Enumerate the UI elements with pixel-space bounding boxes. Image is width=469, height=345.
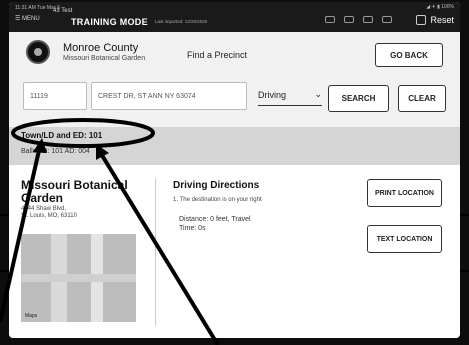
county-seal-icon bbox=[26, 40, 50, 64]
street-input[interactable]: CREST DR, ST ANN NY 63074 bbox=[91, 82, 247, 110]
time-text: Time: 0s bbox=[179, 225, 206, 232]
reset-icon bbox=[416, 15, 427, 25]
chevron-down-icon: ⌄ bbox=[314, 89, 322, 99]
directions-title: Driving Directions bbox=[173, 180, 260, 191]
menu-button[interactable]: ☰ MENU bbox=[15, 15, 40, 22]
location-subtitle: Missouri Botanical Garden bbox=[63, 55, 146, 62]
test-label: 43 Test bbox=[53, 8, 73, 14]
last-imported-text: Last imported: 12/26/2020 bbox=[155, 19, 208, 24]
status-bar: 11:31 AM Tue Mar 3 ☰ MENU 43 Test TRAINI… bbox=[9, 2, 460, 32]
map-road bbox=[21, 274, 136, 282]
text-location-button[interactable]: TEXT LOCATION bbox=[367, 225, 442, 253]
training-mode-label: TRAINING MODE bbox=[71, 17, 148, 27]
house-number-input[interactable]: 11119 bbox=[23, 82, 87, 110]
photo-frame: 11:31 AM Tue Mar 3 ☰ MENU 43 Test TRAINI… bbox=[0, 0, 469, 345]
distance-text: Distance: 0 feet, Travel bbox=[179, 216, 251, 223]
list-icon[interactable] bbox=[344, 16, 354, 23]
ballot-id: Ballot ID: 101 AD: 004 bbox=[21, 148, 90, 155]
page-title: Find a Precinct bbox=[187, 50, 248, 60]
location-name: Missouri Botanical Garden bbox=[21, 178, 128, 205]
town-ld-ed: Town/LD and ED: 101 bbox=[21, 131, 103, 140]
distance-time: Distance: 0 feet, Travel Time: 0s bbox=[179, 215, 251, 233]
address-line-2: St. Louis, MO, 63110 bbox=[21, 213, 77, 219]
screen-icon[interactable] bbox=[325, 16, 335, 23]
location-address: 4344 Shaw Blvd, St. Louis, MO, 63110 bbox=[21, 206, 77, 220]
home-icon[interactable] bbox=[363, 16, 373, 23]
clear-button[interactable]: CLEAR bbox=[398, 85, 446, 112]
go-back-button[interactable]: GO BACK bbox=[375, 43, 443, 67]
reset-label: Reset bbox=[430, 15, 454, 25]
location-map[interactable]: Maps bbox=[21, 234, 136, 322]
user-icon[interactable] bbox=[382, 16, 392, 23]
toolbar-icons bbox=[325, 16, 392, 23]
county-name: Monroe County bbox=[63, 42, 139, 54]
system-status: ◢ ✈ ▮ 100% bbox=[426, 4, 454, 10]
column-divider bbox=[155, 178, 156, 326]
maps-logo: Maps bbox=[25, 313, 38, 319]
address-line-1: 4344 Shaw Blvd, bbox=[21, 206, 67, 212]
travel-mode-value: Driving bbox=[258, 89, 287, 100]
reset-button[interactable]: Reset bbox=[416, 15, 454, 25]
print-location-button[interactable]: PRINT LOCATION bbox=[367, 179, 442, 207]
directions-step: 1. The destination is on your right bbox=[173, 197, 262, 203]
search-button[interactable]: SEARCH bbox=[328, 85, 389, 112]
tablet-screen: 11:31 AM Tue Mar 3 ☰ MENU 43 Test TRAINI… bbox=[9, 2, 460, 338]
travel-mode-select[interactable]: Driving ⌄ bbox=[258, 84, 322, 106]
